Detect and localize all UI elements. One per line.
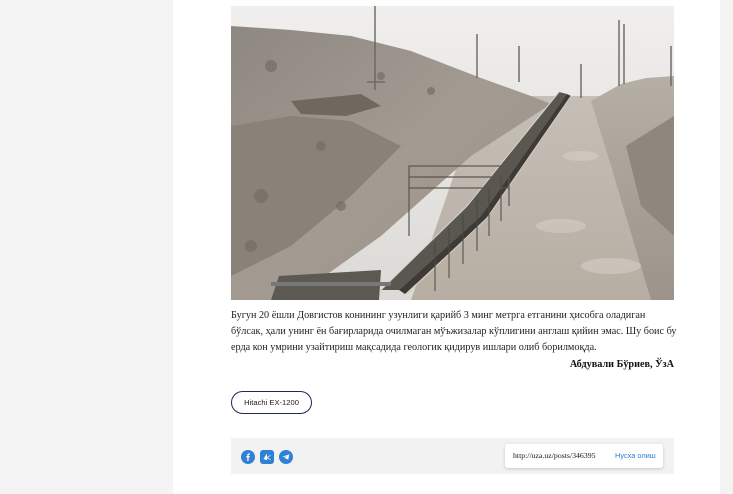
facebook-share-button[interactable]: [241, 450, 255, 464]
copy-link-button[interactable]: Нусха олиш: [615, 451, 656, 460]
vk-share-button[interactable]: [260, 450, 274, 464]
article-photo: [231, 6, 674, 300]
article-author: Абдували Бўриев, ЎзА: [569, 359, 674, 370]
facebook-icon: [246, 453, 250, 461]
article-caption: Бугун 20 ёшли Довгистов конининг узунлиг…: [231, 310, 677, 353]
tag-hitachi-ex-1200[interactable]: Hitachi EX-1200: [231, 391, 312, 414]
vk-icon: [263, 454, 271, 460]
telegram-share-button[interactable]: [279, 450, 293, 464]
article-content: Бугун 20 ёшли Довгистов конининг узунлиг…: [173, 0, 720, 494]
share-bar: http://uza.uz/posts/346395 Нусха олиш: [231, 438, 674, 474]
telegram-icon: [282, 454, 290, 460]
share-link-box: http://uza.uz/posts/346395 Нусха олиш: [505, 444, 663, 468]
share-link-url[interactable]: http://uza.uz/posts/346395: [513, 451, 596, 460]
conveyor-mine-photo: [231, 6, 674, 300]
right-gutter: [720, 0, 733, 494]
left-gutter: [0, 0, 173, 494]
